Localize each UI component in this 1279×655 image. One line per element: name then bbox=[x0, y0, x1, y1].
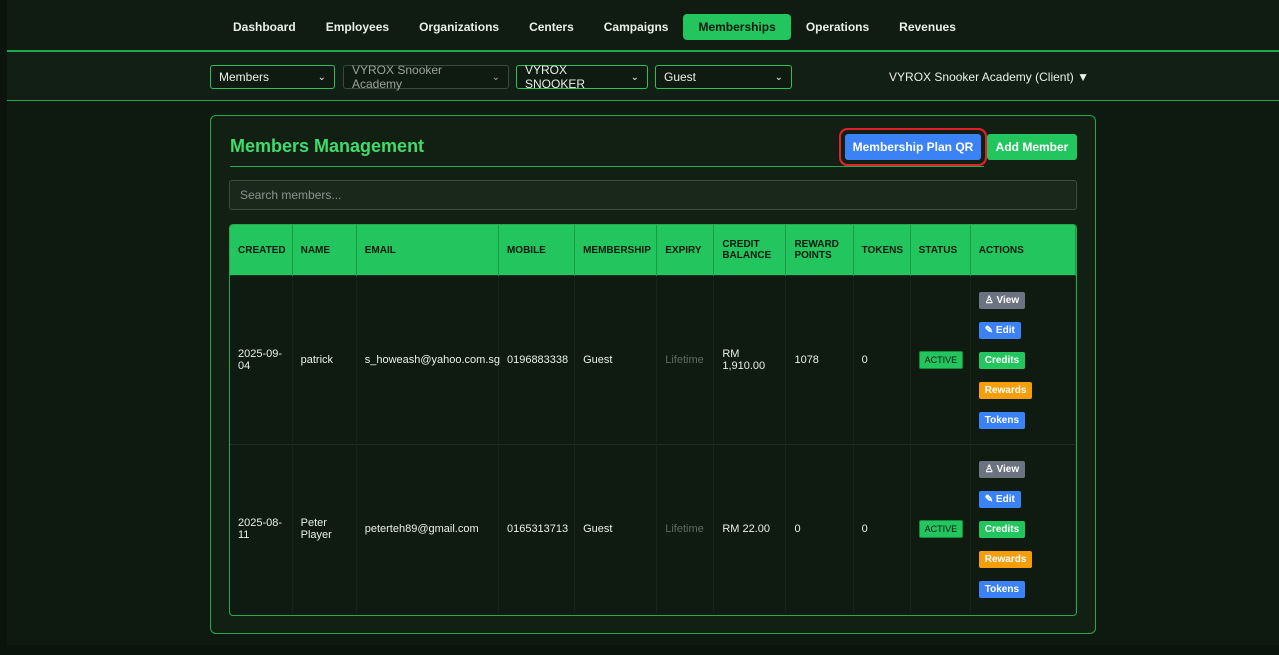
cell-email: s_howeash@yahoo.com.sg bbox=[356, 275, 500, 445]
table-row: 2025-09-04 patrick s_howeash@yahoo.com.s… bbox=[230, 275, 1076, 445]
nav-revenues[interactable]: Revenues bbox=[884, 14, 971, 40]
membership-plan-qr-button[interactable]: Membership Plan QR bbox=[845, 134, 981, 160]
nav-campaigns[interactable]: Campaigns bbox=[589, 14, 684, 40]
user-icon: ♙ bbox=[984, 294, 997, 306]
table-header-row: CREATED NAME EMAIL MOBILE MEMBERSHIP EXP… bbox=[230, 225, 1076, 276]
cell-membership: Guest bbox=[574, 444, 658, 613]
rewards-button[interactable]: Rewards bbox=[978, 550, 1033, 568]
add-member-button[interactable]: Add Member bbox=[987, 134, 1077, 160]
cell-expiry: Lifetime bbox=[656, 275, 715, 445]
membership-select-value: Guest bbox=[664, 70, 697, 84]
cell-created: 2025-09-04 bbox=[230, 275, 293, 445]
column-header[interactable]: CREATED bbox=[230, 225, 293, 276]
edit-label: Edit bbox=[995, 493, 1015, 505]
column-header[interactable]: MOBILE bbox=[498, 225, 576, 276]
cell-credit-balance: RM 1,910.00 bbox=[713, 275, 787, 445]
cell-name: patrick bbox=[292, 275, 357, 445]
credits-button[interactable]: Credits bbox=[978, 351, 1026, 369]
chevron-down-icon: ⌄ bbox=[491, 71, 500, 83]
chevron-down-icon: ⌄ bbox=[317, 71, 326, 83]
table-row: 2025-08-11 Peter Player peterteh89@gmail… bbox=[230, 444, 1076, 613]
membership-select[interactable]: Guest ⌄ bbox=[655, 65, 792, 89]
user-icon: ♙ bbox=[984, 463, 997, 475]
chevron-down-icon: ⌄ bbox=[774, 71, 783, 83]
chevron-down-icon: ⌄ bbox=[630, 71, 639, 83]
cell-status: ACTIVE bbox=[910, 444, 971, 613]
column-header[interactable]: STATUS bbox=[910, 225, 971, 276]
section-select-value: Members bbox=[219, 70, 270, 84]
cell-expiry: Lifetime bbox=[656, 444, 715, 613]
status-badge: ACTIVE bbox=[918, 351, 964, 369]
organization-select-value: VYROX Snooker Academy bbox=[352, 63, 443, 91]
rewards-button[interactable]: Rewards bbox=[978, 381, 1033, 399]
edit-label: Edit bbox=[995, 324, 1015, 336]
cell-email: peterteh89@gmail.com bbox=[356, 444, 499, 613]
view-label: View bbox=[996, 294, 1020, 306]
center-select-value: VYROX SNOOKER bbox=[525, 63, 586, 91]
title-divider bbox=[230, 166, 984, 167]
column-header[interactable]: REWARD POINTS bbox=[785, 225, 854, 276]
cell-tokens: 0 bbox=[853, 444, 911, 613]
organization-select[interactable]: VYROX Snooker Academy ⌄ bbox=[343, 63, 509, 91]
column-header: ACTIONS bbox=[970, 225, 1076, 276]
cell-mobile: 0196883338 bbox=[498, 275, 576, 445]
cell-reward-points: 1078 bbox=[785, 275, 854, 445]
cell-status: ACTIVE bbox=[910, 275, 971, 445]
column-header[interactable]: NAME bbox=[292, 225, 357, 276]
client-menu[interactable]: VYROX Snooker Academy (Client) ▼ bbox=[889, 70, 1089, 84]
filter-bar: Members ⌄ VYROX Snooker Academy ⌄ VYROX SN… bbox=[7, 52, 1279, 101]
search-input[interactable] bbox=[229, 180, 1077, 210]
nav-operations[interactable]: Operations bbox=[791, 14, 884, 40]
edit-button[interactable]: ✎ Edit bbox=[978, 490, 1021, 508]
tokens-button[interactable]: Tokens bbox=[978, 580, 1026, 598]
cell-membership: Guest bbox=[574, 275, 658, 445]
edit-button[interactable]: ✎ Edit bbox=[978, 321, 1021, 339]
cell-mobile: 0165313713 bbox=[498, 444, 576, 613]
tokens-button[interactable]: Tokens bbox=[978, 411, 1026, 429]
column-header[interactable]: EMAIL bbox=[356, 225, 499, 276]
members-panel: Members Management Membership Plan QR Ad… bbox=[210, 115, 1096, 634]
column-header[interactable]: CREDIT BALANCE bbox=[713, 225, 787, 276]
view-button[interactable]: ♙ View bbox=[978, 460, 1026, 478]
cell-created: 2025-08-11 bbox=[230, 444, 293, 613]
nav-memberships[interactable]: Memberships bbox=[683, 14, 791, 40]
top-navigation: Dashboard Employees Organizations Center… bbox=[7, 0, 1279, 52]
pencil-icon: ✎ bbox=[984, 493, 996, 505]
column-header[interactable]: TOKENS bbox=[853, 225, 911, 276]
cell-reward-points: 0 bbox=[785, 444, 854, 613]
members-table: CREATED NAME EMAIL MOBILE MEMBERSHIP EXP… bbox=[229, 224, 1077, 616]
cell-name: Peter Player bbox=[292, 444, 357, 613]
center-select[interactable]: VYROX SNOOKER ⌄ bbox=[516, 63, 648, 91]
nav-dashboard[interactable]: Dashboard bbox=[218, 14, 311, 40]
section-select[interactable]: Members ⌄ bbox=[210, 65, 335, 89]
cell-credit-balance: RM 22.00 bbox=[713, 444, 787, 613]
column-header[interactable]: EXPIRY bbox=[656, 225, 715, 276]
cell-actions: ♙ View ✎ Edit Credits Rewards Tokens bbox=[970, 275, 1076, 445]
view-label: View bbox=[996, 463, 1020, 475]
status-badge: ACTIVE bbox=[918, 520, 964, 538]
nav-employees[interactable]: Employees bbox=[311, 14, 404, 40]
nav-centers[interactable]: Centers bbox=[514, 14, 589, 40]
column-header[interactable]: MEMBERSHIP bbox=[574, 225, 658, 276]
cell-actions: ♙ View ✎ Edit Credits Rewards Tokens bbox=[970, 444, 1076, 613]
cell-tokens: 0 bbox=[853, 275, 911, 445]
pencil-icon: ✎ bbox=[984, 324, 996, 336]
nav-organizations[interactable]: Organizations bbox=[404, 14, 514, 40]
credits-button[interactable]: Credits bbox=[978, 520, 1026, 538]
view-button[interactable]: ♙ View bbox=[978, 291, 1026, 309]
page-title: Members Management bbox=[230, 136, 425, 156]
